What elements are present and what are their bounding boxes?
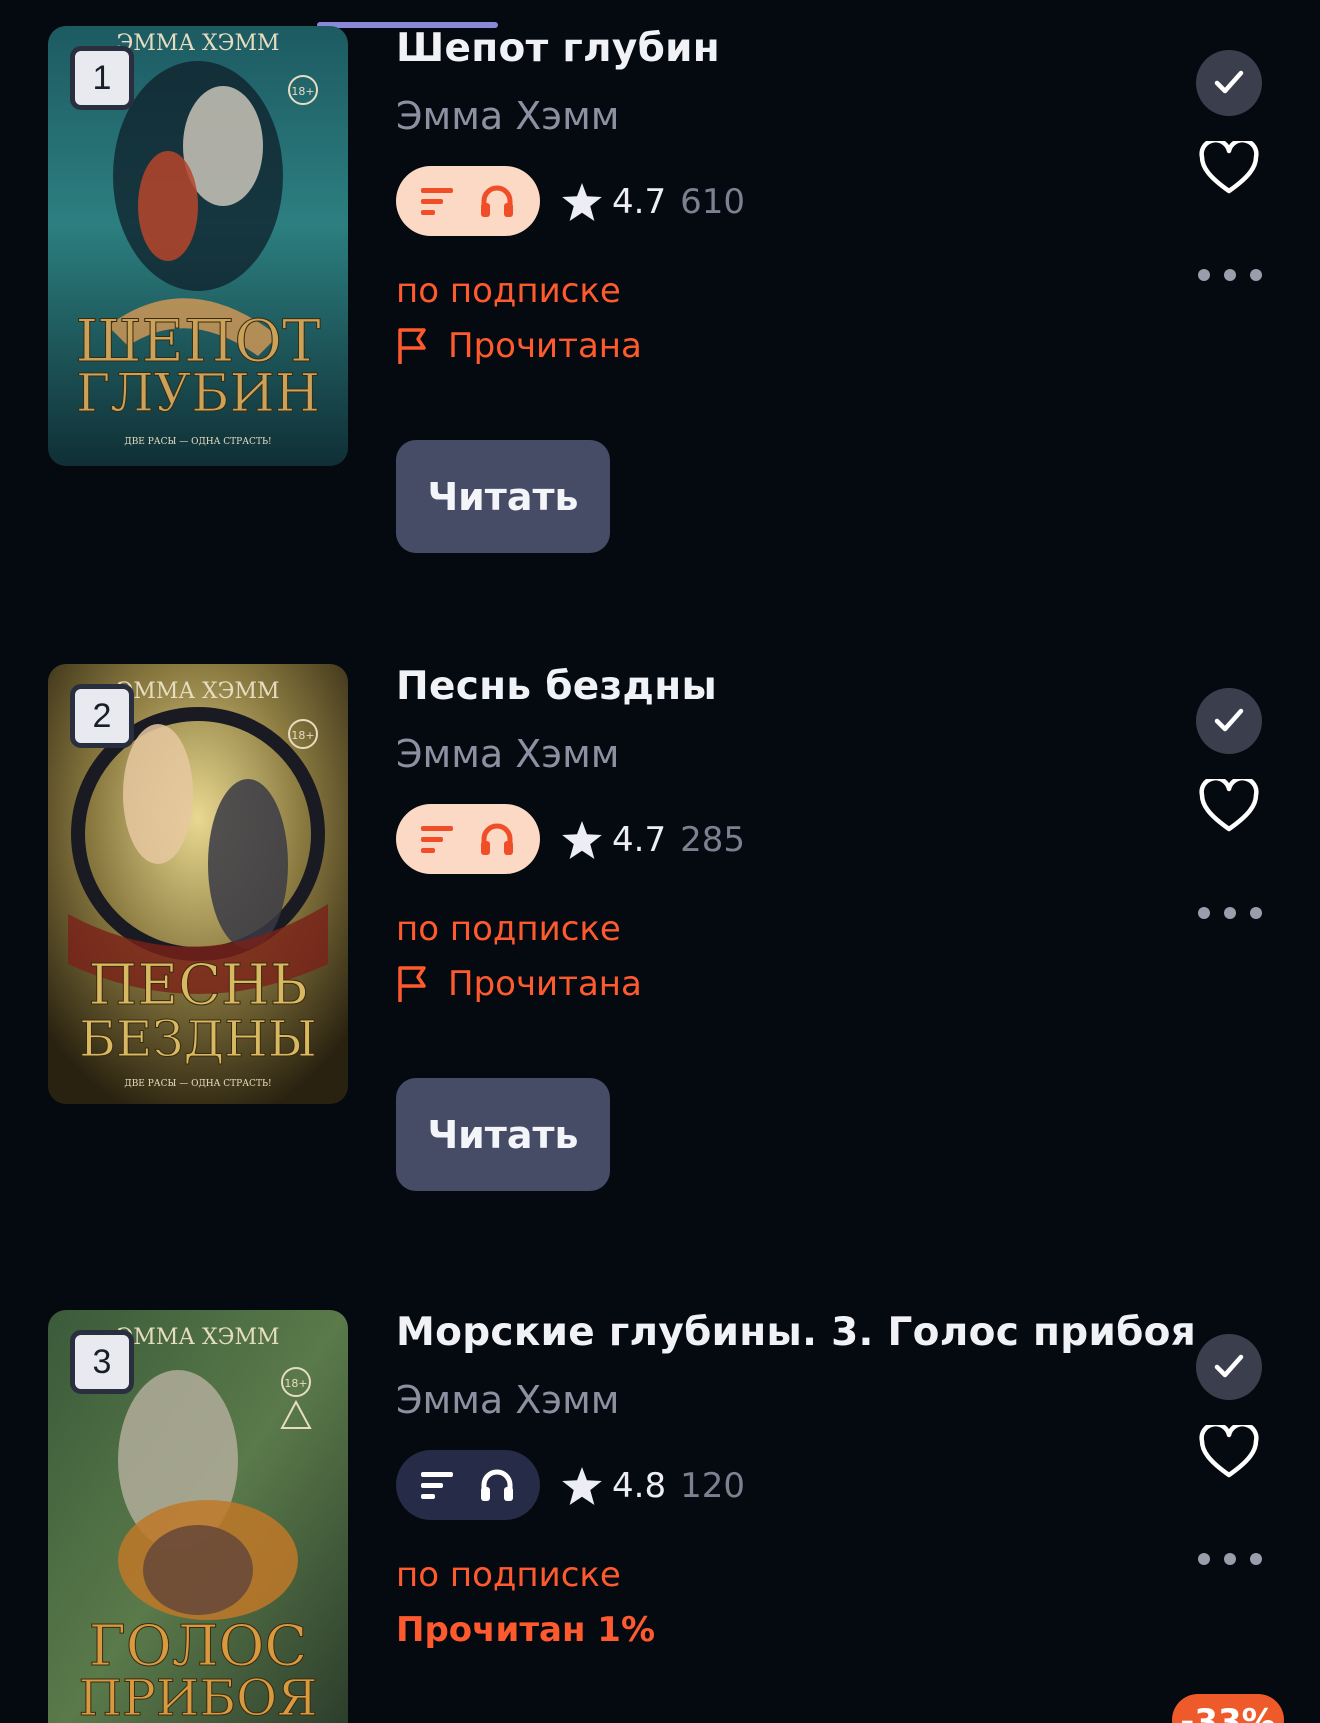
subscription-label: по подписке [396, 909, 621, 949]
book-title[interactable]: Шепот глубин [396, 26, 720, 71]
mark-read-button[interactable] [1196, 688, 1262, 754]
cover-author-text: ЭММА ХЭММ [116, 679, 279, 704]
more-dots-icon [1198, 269, 1210, 281]
more-dots-icon [1198, 1553, 1210, 1565]
headphones-icon [481, 823, 513, 855]
book-author[interactable]: Эмма Хэмм [396, 1378, 619, 1422]
subscription-label: по подписке [396, 1555, 621, 1595]
read-button[interactable]: Читать [396, 440, 610, 553]
read-status-label: Прочитана [448, 964, 642, 1004]
heart-icon [1199, 1425, 1259, 1478]
rating-value: 4.7 [612, 182, 667, 222]
text-lines-icon [421, 188, 453, 215]
cover-age-rating: 18+ [291, 729, 314, 742]
cover-tagline: ДВЕ РАСЫ — ОДНА СТРАСТЬ! [124, 437, 271, 447]
favorite-button[interactable] [1196, 1422, 1262, 1482]
rank-badge: 3 [70, 1330, 134, 1394]
rank-badge: 2 [70, 684, 134, 748]
read-status-label: Прочитана [448, 326, 642, 366]
discount-badge: -33% [1172, 1694, 1284, 1723]
cover-author-text: ЭММА ХЭММ [116, 31, 279, 56]
rating: 4.8 120 [562, 1464, 745, 1508]
book-author[interactable]: Эмма Хэмм [396, 94, 619, 138]
more-options-button[interactable] [1198, 262, 1262, 288]
check-icon [1214, 1354, 1244, 1378]
book-title[interactable]: Песнь бездны [396, 664, 717, 709]
format-badges [396, 1450, 540, 1520]
rating-count: 285 [680, 820, 745, 860]
heart-icon [1199, 141, 1259, 194]
star-icon [562, 183, 602, 221]
headphones-icon [481, 1469, 513, 1501]
cover-age-rating: 18+ [291, 85, 314, 98]
more-dots-icon [1198, 907, 1210, 919]
cover-age-rating: 18+ [284, 1377, 307, 1390]
rating-value: 4.7 [612, 820, 667, 860]
cover-tagline: ДВЕ РАСЫ — ОДНА СТРАСТЬ! [124, 1079, 271, 1089]
read-status[interactable]: Прочитана [396, 964, 642, 1004]
more-options-button[interactable] [1198, 900, 1262, 926]
book-item-1[interactable]: ЭММА ХЭММ 18+ ШЕПОТ ГЛУБИН ДВЕ РАСЫ — ОД… [0, 26, 1320, 586]
heart-icon [1199, 779, 1259, 832]
star-icon [562, 1467, 602, 1505]
favorite-button[interactable] [1196, 138, 1262, 198]
cover-title-line2: БЕЗДНЫ [79, 1010, 317, 1068]
favorite-button[interactable] [1196, 776, 1262, 836]
book-title[interactable]: Морские глубины. 3. Голос прибоя [396, 1310, 1196, 1355]
more-options-button[interactable] [1198, 1546, 1262, 1572]
rating-count: 120 [680, 1466, 745, 1506]
star-icon [562, 821, 602, 859]
mark-read-button[interactable] [1196, 50, 1262, 116]
format-badges [396, 804, 540, 874]
cover-title-line1: ПЕСНЬ [88, 953, 307, 1018]
rank-badge: 1 [70, 46, 134, 110]
mark-read-button[interactable] [1196, 1334, 1262, 1400]
subscription-label: по подписке [396, 271, 621, 311]
book-author[interactable]: Эмма Хэмм [396, 732, 619, 776]
format-badges [396, 166, 540, 236]
rating-count: 610 [680, 182, 745, 222]
check-icon [1214, 708, 1244, 732]
cover-author-text: ЭММА ХЭММ [116, 1325, 279, 1350]
cover-title-line2: ПРИБОЯ [79, 1669, 318, 1723]
book-item-2[interactable]: ЭММА ХЭММ 18+ ПЕСНЬ БЕЗДНЫ ДВЕ РАСЫ — ОД… [0, 664, 1320, 1224]
rating: 4.7 610 [562, 180, 745, 224]
read-status[interactable]: Прочитана [396, 326, 642, 366]
text-lines-icon [421, 826, 453, 853]
text-lines-icon [421, 1472, 453, 1499]
read-progress-label: Прочитан 1% [396, 1610, 656, 1650]
flag-icon [398, 966, 426, 1002]
cover-title-line2: ГЛУБИН [76, 364, 320, 424]
rating: 4.7 285 [562, 818, 745, 862]
rating-value: 4.8 [612, 1466, 667, 1506]
read-button[interactable]: Читать [396, 1078, 610, 1191]
headphones-icon [481, 185, 513, 217]
flag-icon [398, 328, 426, 364]
check-icon [1214, 70, 1244, 94]
book-item-3[interactable]: ЭММА ХЭММ 18+ ГОЛОС ПРИБОЯ 3 Морские глу… [0, 1310, 1320, 1723]
